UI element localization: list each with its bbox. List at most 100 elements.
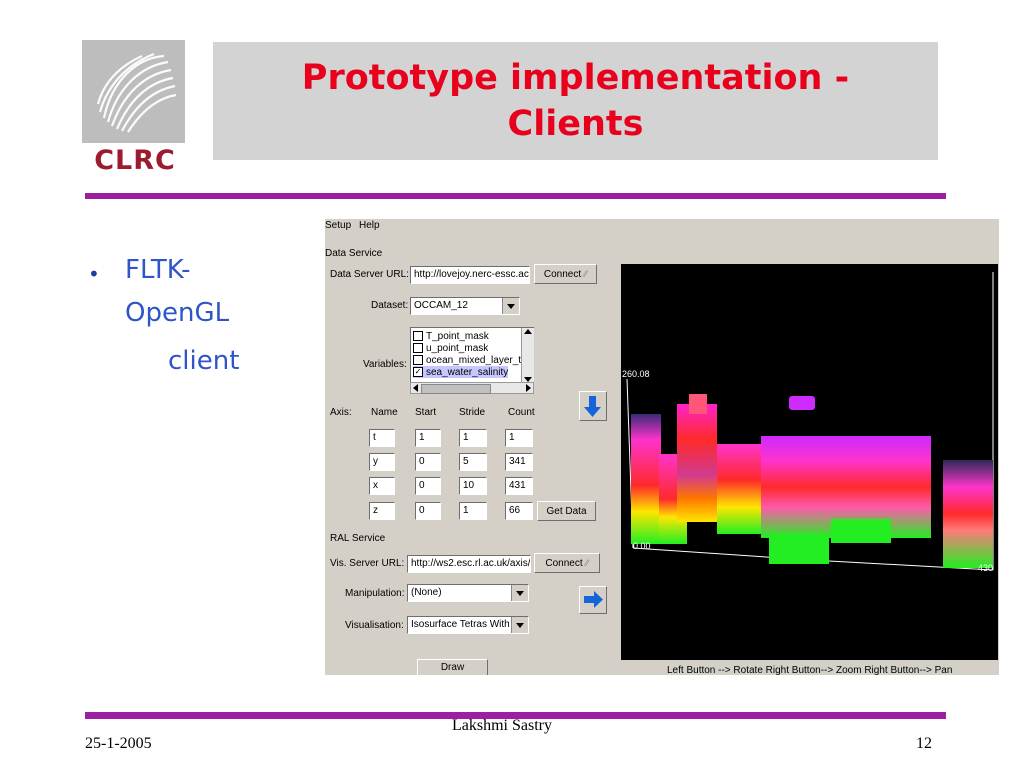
viz-surface-floating	[789, 396, 815, 410]
dataset-label: Dataset:	[371, 300, 409, 311]
viz-surface-green-base-2	[831, 519, 891, 543]
axis-start-field[interactable]: 0	[415, 502, 441, 520]
visualisation-label: Visualisation:	[345, 620, 404, 631]
axis-name-field[interactable]: x	[369, 477, 395, 495]
scroll-right-icon[interactable]	[526, 384, 531, 392]
title-line-1: Prototype implementation -	[301, 58, 850, 98]
scroll-left-icon[interactable]	[413, 384, 418, 392]
viz-surface-center	[677, 404, 717, 522]
blue-right-arrow-button[interactable]	[579, 586, 607, 614]
manipulation-value: (None)	[411, 587, 442, 598]
variables-horizontal-scrollbar[interactable]	[410, 382, 534, 394]
manipulation-select[interactable]: (None)	[407, 584, 529, 602]
checkbox-icon[interactable]	[413, 355, 423, 365]
viz-z-max-label: 260.08	[622, 369, 650, 379]
variable-name: ocean_mixed_layer_t	[426, 354, 522, 366]
bullet-text-line-3: client	[168, 346, 240, 376]
vis-connect-button[interactable]: Connect ⁄⁄	[534, 553, 600, 573]
blue-down-arrow-icon	[584, 396, 601, 417]
get-data-button[interactable]: Get Data	[537, 501, 596, 521]
variable-name: T_point_mask	[426, 330, 489, 342]
manipulation-label: Manipulation:	[345, 588, 405, 599]
variable-name: u_point_mask	[426, 342, 489, 354]
checkbox-icon[interactable]	[413, 343, 423, 353]
viz-surface-far-right	[943, 460, 993, 568]
chevron-down-icon[interactable]	[511, 585, 528, 601]
viz-surface-peak	[689, 394, 707, 414]
bullet-text-line-2: OpenGL	[125, 298, 230, 328]
vis-connect-label: Connect	[545, 557, 583, 569]
axis-name-field[interactable]: y	[369, 453, 395, 471]
client-app-window: Setup Help Data Service Data Server URL:…	[325, 219, 999, 676]
vis-server-url-field[interactable]: http://ws2.esc.rl.ac.uk/axis/s	[407, 555, 531, 573]
dataset-select[interactable]: OCCAM_12	[410, 297, 520, 315]
axis-header-name: Name	[371, 407, 398, 418]
variables-label: Variables:	[363, 359, 407, 370]
axis-name-field[interactable]: z	[369, 502, 395, 520]
chevron-down-icon[interactable]	[502, 298, 519, 314]
axis-header-count: Count	[508, 407, 535, 418]
axis-header-stride: Stride	[459, 407, 486, 418]
axis-label: Axis:	[330, 407, 352, 418]
title-line-2: Clients	[507, 104, 644, 144]
axis-name-field[interactable]: t	[369, 429, 395, 447]
data-connect-label: Connect	[543, 268, 582, 280]
variable-item-selected[interactable]: ✓ sea_water_salinity	[413, 366, 509, 378]
axis-header-start: Start	[415, 407, 437, 418]
ral-service-heading: RAL Service	[330, 533, 386, 544]
logo-swirl-icon	[96, 52, 177, 133]
axis-count-field[interactable]: 341	[505, 453, 533, 471]
draw-button[interactable]: Draw	[417, 659, 488, 675]
axis-count-field[interactable]: 1	[505, 429, 533, 447]
data-connect-button[interactable]: Connect ⁄⁄	[534, 264, 597, 284]
viz-origin-label: 0.00	[633, 541, 651, 551]
scroll-up-icon[interactable]	[524, 329, 532, 334]
logo-text: CLRC	[94, 145, 176, 176]
vis-server-url-label: Vis. Server URL:	[330, 558, 405, 569]
axis-start-field[interactable]: 1	[415, 429, 441, 447]
data-server-url-field[interactable]: http://lovejoy.nerc-essc.ac	[410, 266, 530, 284]
variables-vertical-scrollbar[interactable]	[521, 328, 534, 383]
blue-right-arrow-icon	[584, 591, 603, 608]
data-service-heading: Data Service	[325, 248, 383, 259]
viz-surface-green-base	[769, 534, 829, 564]
dataset-value: OCCAM_12	[414, 300, 468, 311]
checkbox-checked-icon[interactable]: ✓	[413, 367, 423, 377]
data-server-url-label: Data Server URL:	[330, 269, 409, 280]
axis-count-field[interactable]: 431	[505, 477, 533, 495]
axis-start-field[interactable]: 0	[415, 477, 441, 495]
blue-down-arrow-button[interactable]	[579, 391, 607, 421]
viz-x-max-label: 430	[978, 563, 994, 573]
axis-stride-field[interactable]: 1	[459, 429, 487, 447]
footer-date: 25-1-2005	[85, 735, 152, 752]
plug-icon: ⁄⁄	[585, 558, 589, 568]
chevron-down-icon[interactable]	[511, 617, 528, 633]
visualisation-select[interactable]: Isosurface Tetras With C	[407, 616, 529, 634]
top-divider	[85, 193, 946, 199]
viz-surface-left	[631, 414, 661, 544]
footer-page-number: 12	[916, 735, 932, 752]
visualisation-value: Isosurface Tetras With C	[411, 619, 520, 630]
mouse-help-status: Left Button --> Rotate Right Button--> Z…	[667, 665, 953, 676]
bullet-text-line-1: FLTK-	[125, 255, 191, 285]
variable-item[interactable]: ocean_mixed_layer_t	[413, 354, 521, 366]
axis-count-field[interactable]: 66	[505, 502, 533, 520]
menu-setup[interactable]: Setup	[325, 220, 351, 231]
axis-stride-field[interactable]: 10	[459, 477, 487, 495]
axis-start-field[interactable]: 0	[415, 453, 441, 471]
variable-item[interactable]: T_point_mask	[413, 330, 489, 342]
plug-icon: ⁄⁄	[584, 269, 588, 279]
bullet-icon: •	[88, 262, 100, 286]
menu-help[interactable]: Help	[359, 220, 380, 231]
axis-stride-field[interactable]: 5	[459, 453, 487, 471]
logo-emblem	[82, 40, 185, 143]
axis-stride-field[interactable]: 1	[459, 502, 487, 520]
variable-item[interactable]: u_point_mask	[413, 342, 488, 354]
variables-list[interactable]: T_point_mask u_point_mask ocean_mixed_la…	[410, 327, 534, 383]
variable-name: sea_water_salinity	[426, 366, 509, 378]
visualization-canvas[interactable]: 260.08 430 0.00	[621, 264, 998, 660]
checkbox-icon[interactable]	[413, 331, 423, 341]
footer-author: Lakshmi Sastry	[452, 717, 552, 734]
scroll-thumb[interactable]	[421, 384, 491, 394]
slide-title: Prototype implementation - Clients	[213, 42, 938, 160]
